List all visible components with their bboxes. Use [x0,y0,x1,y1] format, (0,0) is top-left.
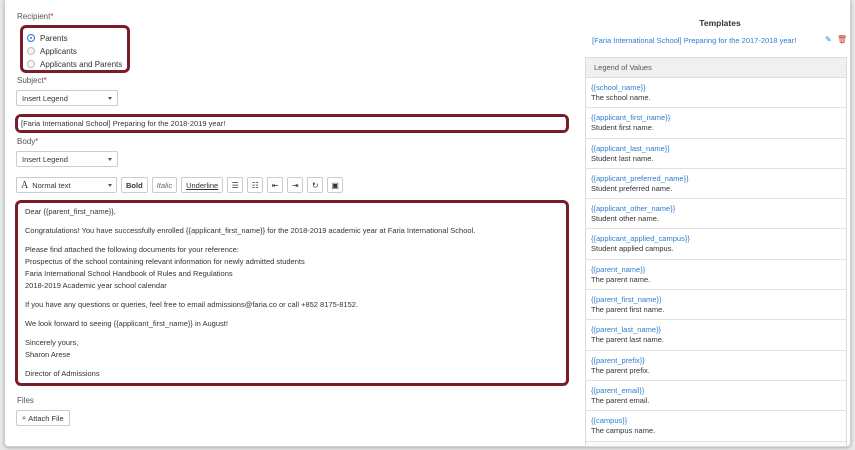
editor-toolbar: A Normal text Bold Italic Underline ☰ ☷ … [16,177,344,193]
body-line: Faria International School Handbook of R… [25,269,233,278]
legend-desc: The parent prefix. [591,365,650,375]
legend-desc: Student last name. [591,153,654,163]
radio-label: Parents [40,33,68,43]
legend-item[interactable]: {{applicant_preferred_name}} Student pref… [586,168,846,200]
bold-button[interactable]: Bold [121,177,148,193]
email-template-editor: Recipient* Parents Applicants Applicants… [4,0,851,447]
legend-desc: Student applied campus. [591,244,674,254]
legend-key: {{parent_name}} [591,264,646,274]
body-insert-legend-select[interactable]: Insert Legend [16,151,118,167]
legend-desc: The parent last name. [591,335,664,345]
legend-desc: Student preferred name. [591,183,673,193]
legend-key: {{applicant_other_name}} [591,204,676,214]
body-line: Sincerely yours, [25,338,79,347]
legend-item[interactable]: {{parent_prefix}} The parent prefix. [586,350,846,381]
required-mark: * [35,137,39,146]
required-mark: * [50,12,54,21]
radio-applicants[interactable]: Applicants [27,45,77,57]
format-select[interactable]: A Normal text [16,177,117,193]
body-line: Congratulations! You have successfully e… [25,226,476,235]
body-line: Sharon Arese [25,350,71,359]
body-line: 2018-2019 Academic year school calendar [25,281,167,290]
attach-file-button[interactable]: ⌕ Attach File [16,410,70,426]
edit-icon[interactable]: ✎ [825,35,832,44]
subject-label: Subject* [17,76,47,85]
body-line: Please find attached the following docum… [25,245,239,254]
legend-item[interactable]: {{parent_name}} The parent name. [586,259,846,291]
font-icon: A [21,179,29,191]
select-label: Insert Legend [22,93,68,103]
legend-key: {{applicant_applied_campus}} [591,234,690,244]
legend-key: {{parent_prefix}} [591,355,645,365]
body-line: Prospectus of the school containing rele… [25,257,305,266]
legend-key: {{parent_last_name}} [591,325,662,335]
recipient-label: Recipient* [17,12,53,21]
subject-input[interactable]: [Faria International School] Preparing f… [19,117,565,130]
legend-panel: Legend of Values {{school_name}} The scho… [585,57,847,447]
body-line: If you have any questions or queries, fe… [25,300,359,309]
attach-file-label: Attach File [28,413,64,423]
numbered-list-icon[interactable]: ☷ [247,177,264,193]
subject-value: [Faria International School] Preparing f… [21,119,226,128]
legend-desc: The parent first name. [591,305,665,315]
chevron-down-icon [108,96,112,100]
legend-item[interactable]: {{parent_last_name}} The parent last name… [586,320,846,351]
files-label: Files [17,396,34,405]
legend-title: Legend of Values [586,58,846,78]
recipient-label-text: Recipient [17,12,51,21]
body-line: Director of Admissions [25,369,100,378]
legend-key: {{campus}} [591,416,628,426]
legend-item[interactable]: {{school_name}} The school name. [586,78,846,109]
body-line: We look forward to seeing {{applicant_fi… [25,319,228,328]
refresh-icon[interactable]: ↻ [307,177,324,193]
legend-item[interactable]: {{parent_first_name}} The parent first na… [586,290,846,321]
subject-label-text: Subject [17,76,44,85]
legend-key: {{applicant_first_name}} [591,113,671,123]
italic-button[interactable]: Italic [151,177,178,193]
body-label-text: Body [17,137,36,146]
required-mark: * [43,76,47,85]
legend-key: {{parent_email}} [591,385,645,395]
legend-desc: Student first name. [591,123,654,133]
legend-item[interactable]: {{applicant_first_name}} Student first na… [586,108,846,139]
radio-unselected-icon[interactable] [27,47,35,55]
radio-selected-icon[interactable] [27,34,35,42]
paperclip-icon: ⌕ [22,413,27,422]
subject-insert-legend-select[interactable]: Insert Legend [16,90,118,106]
legend-desc: Student other name. [591,214,659,224]
legend-desc: The parent name. [591,274,651,284]
radio-label: Applicants [40,46,77,56]
chevron-down-icon [108,183,112,187]
legend-desc: The campus name. [591,426,656,436]
legend-item[interactable]: {{parent_email}} The parent email. [586,380,846,412]
body-line: Dear {{parent_first_name}}, [25,207,116,216]
legend-key: {{applicant_last_name}} [591,143,670,153]
legend-key: {{applicant_preferred_name}} [591,173,689,183]
radio-label: Applicants and Parents [40,59,123,69]
templates-title: Templates [699,18,741,28]
chevron-down-icon [108,157,112,161]
legend-item[interactable]: {{applicant_other_name}} Student other na… [586,199,846,230]
radio-parents[interactable]: Parents [27,32,68,44]
template-link[interactable]: [Faria International School] Preparing f… [592,36,796,45]
legend-item[interactable]: {{campus}} The campus name. [586,411,846,442]
select-label: Insert Legend [22,154,68,164]
radio-applicants-and-parents[interactable]: Applicants and Parents [27,58,122,70]
bulleted-list-icon[interactable]: ☰ [227,177,244,193]
legend-key: {{parent_first_name}} [591,295,662,305]
legend-desc: The school name. [591,93,651,102]
underline-button[interactable]: Underline [181,177,224,193]
body-label: Body* [17,137,38,146]
legend-item[interactable]: {{applicant_applied_campus}} Student appl… [586,229,846,260]
legend-item[interactable]: {{applicant_last_name}} Student last name… [586,138,846,169]
outdent-icon[interactable]: ⇥ [287,177,304,193]
legend-desc: The parent email. [591,395,650,405]
legend-key: {{school_name}} [591,83,646,92]
trash-icon[interactable]: 🗑 [837,35,847,44]
radio-unselected-icon[interactable] [27,60,35,68]
indent-icon[interactable]: ⇤ [267,177,284,193]
image-icon[interactable]: ▣ [327,177,344,193]
format-select-label: Normal text [32,180,71,190]
